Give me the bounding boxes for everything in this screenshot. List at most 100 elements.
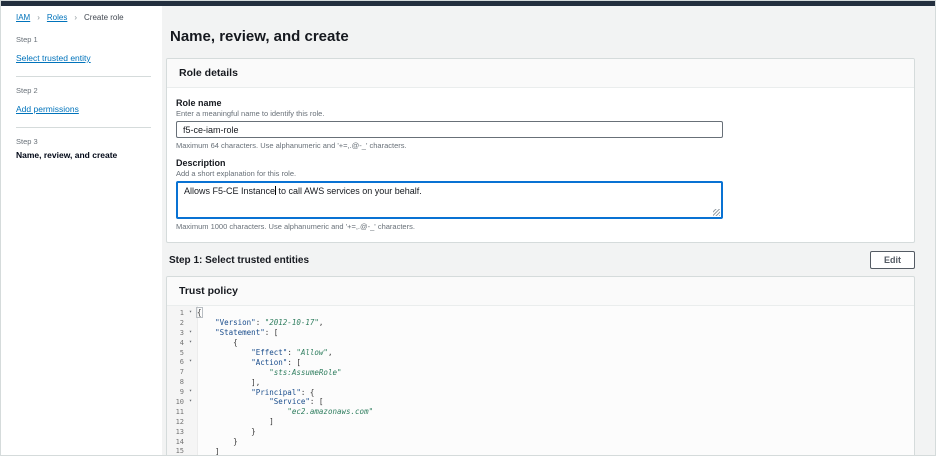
- line-number: 3: [167, 329, 184, 337]
- iam-create-role-screen: IAM › Roles › Create role Step 1 Select trust…: [0, 0, 936, 456]
- json-key: "Version": [215, 318, 256, 327]
- json-punctuation: ]: [197, 447, 220, 456]
- json-value: "Allow": [296, 348, 328, 357]
- description-field-group: Description Add a short explanation for …: [176, 158, 902, 231]
- description-label: Description: [176, 158, 902, 168]
- json-punctuation: : [: [287, 358, 301, 367]
- json-punctuation: : {: [301, 388, 315, 397]
- code-line: 1▾{: [167, 308, 914, 318]
- json-punctuation: ,: [319, 318, 324, 327]
- role-name-input[interactable]: [176, 121, 723, 138]
- code-line: 8 ],: [167, 377, 914, 387]
- step-link-name-review-and-create: Name, review, and create: [16, 150, 162, 160]
- role-name-constraint: Maximum 64 characters. Use alphanumeric …: [176, 141, 902, 150]
- role-details-header: Role details: [167, 59, 914, 88]
- textarea-resize-handle[interactable]: [713, 209, 720, 216]
- description-textarea[interactable]: Allows F5-CE Instance to call AWS servic…: [176, 181, 723, 219]
- code-line: 9▾ "Principal": {: [167, 387, 914, 397]
- step1-section-title: Step 1: Select trusted entities: [169, 255, 309, 266]
- line-number: 13: [167, 428, 184, 436]
- json-key: "Principal": [251, 388, 301, 397]
- json-value: "sts:AssumeRole": [269, 368, 341, 377]
- json-punctuation: : [: [310, 397, 324, 406]
- code-line: 4▾ {: [167, 338, 914, 348]
- breadcrumb: IAM › Roles › Create role: [16, 13, 162, 22]
- code-line: 14 }: [167, 437, 914, 447]
- wizard-step-name-review-and-create: Step 3Name, review, and create: [16, 137, 162, 160]
- trust-policy-header: Trust policy: [167, 277, 914, 306]
- role-details-panel: Role details Role name Enter a meaningfu…: [166, 58, 915, 243]
- page-layout: IAM › Roles › Create role Step 1 Select trust…: [1, 6, 935, 456]
- code-text: "Action": [: [197, 358, 301, 367]
- json-punctuation: }: [197, 427, 256, 436]
- json-punctuation: ,: [328, 348, 333, 357]
- json-punctuation: [197, 328, 215, 337]
- step-number-label: Step 2: [16, 86, 162, 95]
- line-number: 10: [167, 398, 184, 406]
- line-number: 12: [167, 418, 184, 426]
- code-line: 11 "ec2.amazonaws.com": [167, 407, 914, 417]
- trust-policy-editor[interactable]: 1▾{2 "Version": "2012-10-17",3▾ "Stateme…: [167, 306, 914, 456]
- description-text-before: Allows F5-CE Instance: [184, 186, 275, 196]
- description-constraint: Maximum 1000 characters. Use alphanumeri…: [176, 222, 902, 231]
- line-number: 11: [167, 408, 184, 416]
- code-text: "Statement": [: [197, 328, 278, 337]
- step-link-add-permissions[interactable]: Add permissions: [16, 104, 79, 114]
- code-text: ],: [197, 378, 260, 387]
- code-text: }: [197, 437, 238, 446]
- step1-section-header: Step 1: Select trusted entities Edit: [169, 251, 915, 269]
- fold-arrow-icon[interactable]: ▾: [184, 308, 197, 318]
- breadcrumb-item-roles[interactable]: Roles: [47, 13, 67, 22]
- code-line: 10▾ "Service": [: [167, 397, 914, 407]
- fold-arrow-icon[interactable]: ▾: [184, 328, 197, 338]
- json-punctuation: [197, 318, 215, 327]
- json-value: "2012-10-17": [265, 318, 319, 327]
- code-line: 13 }: [167, 427, 914, 437]
- breadcrumb-separator-icon: ›: [74, 13, 77, 22]
- fold-arrow-icon[interactable]: ▾: [184, 387, 197, 397]
- edit-button[interactable]: Edit: [870, 251, 915, 269]
- main-content: Name, review, and create Role details Ro…: [162, 6, 935, 456]
- code-line: 2 "Version": "2012-10-17",: [167, 318, 914, 328]
- sidebar-divider: [16, 76, 151, 77]
- line-number: 6: [167, 358, 184, 366]
- role-name-helper: Enter a meaningful name to identify this…: [176, 109, 902, 118]
- wizard-step-add-permissions: Step 2 Add permissions: [16, 86, 162, 117]
- line-number: 14: [167, 438, 184, 446]
- code-text: {: [197, 338, 238, 347]
- line-number: 15: [167, 447, 184, 455]
- code-line: 5 "Effect": "Allow",: [167, 348, 914, 358]
- role-name-field: Role name Enter a meaningful name to ide…: [176, 98, 902, 150]
- wizard-steps: Step 1 Select trusted entity Step 2 Add per…: [16, 35, 162, 160]
- json-punctuation: :: [287, 348, 296, 357]
- line-number: 8: [167, 378, 184, 386]
- code-line: 3▾ "Statement": [: [167, 328, 914, 338]
- fold-arrow-icon[interactable]: ▾: [184, 397, 197, 407]
- json-punctuation: :: [256, 318, 265, 327]
- line-number: 1: [167, 309, 184, 317]
- step-number-label: Step 1: [16, 35, 162, 44]
- json-punctuation: [197, 397, 269, 406]
- code-line: 12 ]: [167, 417, 914, 427]
- code-text: "Effect": "Allow",: [197, 348, 332, 357]
- line-number: 4: [167, 339, 184, 347]
- line-number: 5: [167, 349, 184, 357]
- code-line: 6▾ "Action": [: [167, 357, 914, 367]
- json-punctuation: [197, 348, 251, 357]
- code-line: 7 "sts:AssumeRole": [167, 367, 914, 377]
- fold-arrow-icon[interactable]: ▾: [184, 357, 197, 367]
- code-text: ]: [197, 417, 274, 426]
- description-helper: Add a short explanation for this role.: [176, 169, 902, 178]
- json-key: "Effect": [251, 348, 287, 357]
- code-text: }: [197, 427, 256, 436]
- code-text: "sts:AssumeRole": [197, 368, 342, 377]
- step-link-select-trusted-entity[interactable]: Select trusted entity: [16, 53, 91, 63]
- description-text-after: to call AWS services on your behalf.: [276, 186, 422, 196]
- breadcrumb-item-iam[interactable]: IAM: [16, 13, 30, 22]
- wizard-step-select-trusted-entity: Step 1 Select trusted entity: [16, 35, 162, 66]
- json-key: "Action": [251, 358, 287, 367]
- breadcrumb-separator-icon: ›: [37, 13, 40, 22]
- trust-policy-panel: Trust policy 1▾{2 "Version": "2012-10-17…: [166, 276, 915, 456]
- breadcrumb-item-create-role: Create role: [84, 13, 124, 22]
- fold-arrow-icon[interactable]: ▾: [184, 338, 197, 348]
